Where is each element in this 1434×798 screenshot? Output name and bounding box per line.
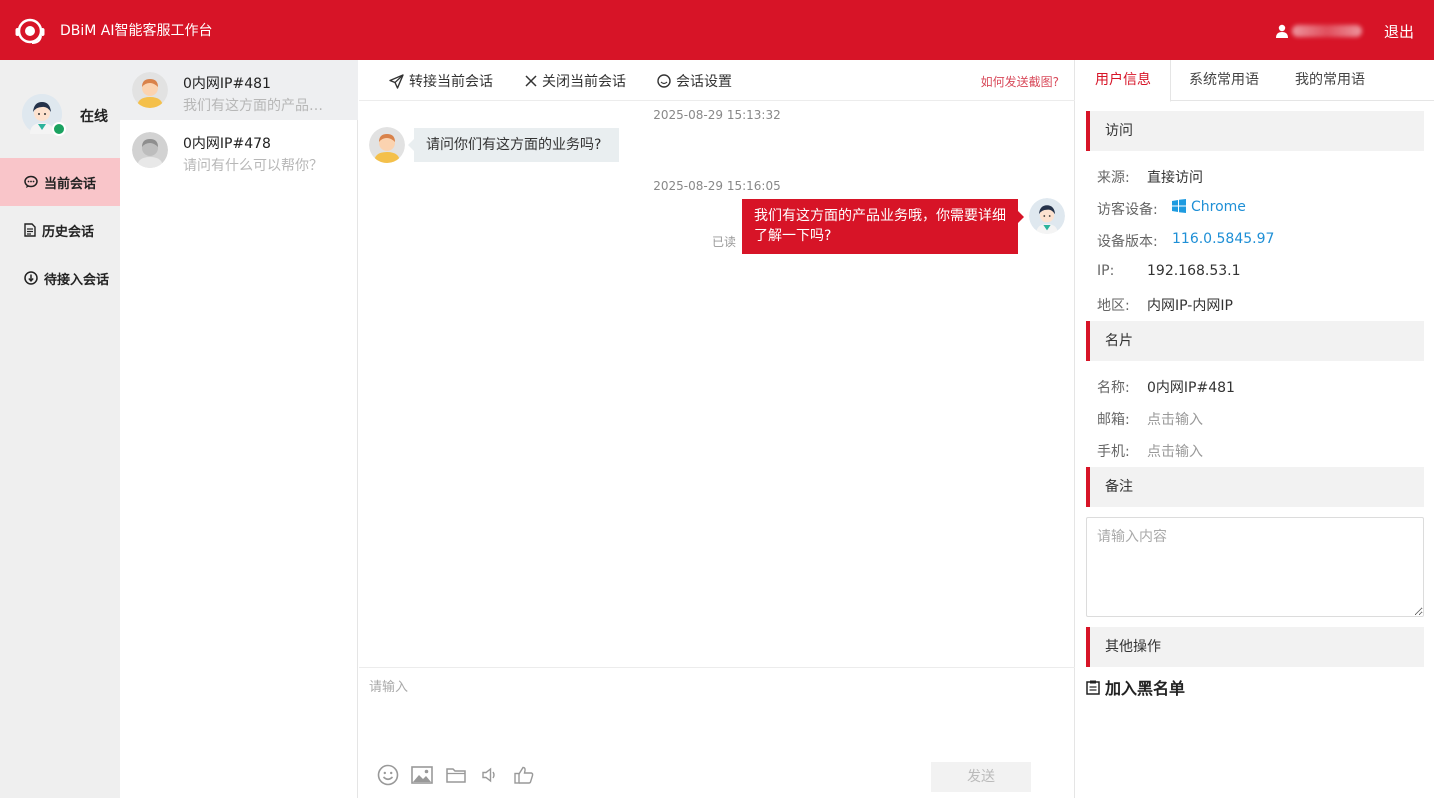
incoming-message: 请问你们有这方面的业务吗?: [407, 128, 620, 162]
conversation-name: 0内网IP#481: [183, 76, 271, 92]
close-session-button[interactable]: 关闭当前会话: [525, 71, 626, 91]
card-phone-row: 手机: 点击输入: [1097, 441, 1203, 461]
conversation-preview: 请问有什么可以帮你？: [183, 158, 323, 174]
user-account[interactable]: [1276, 22, 1362, 40]
image-icon[interactable]: [411, 764, 433, 786]
windows-icon: [1172, 199, 1186, 213]
session-settings-button[interactable]: 会话设置: [657, 71, 732, 91]
transfer-session-label: 转接当前会话: [409, 74, 493, 90]
conversation-list: 0内网IP#481 我们有这方面的产品业务哦，你需要详细了解一下吗？ 0内网IP…: [120, 60, 358, 798]
field-label: 来源:: [1097, 170, 1130, 186]
card-email-input[interactable]: 点击输入: [1147, 409, 1203, 429]
message-timestamp: 2025-08-29 15:16:05: [653, 179, 781, 193]
headset-logo-icon: [15, 18, 45, 44]
close-session-label: 关闭当前会话: [542, 74, 626, 90]
transfer-session-button[interactable]: 转接当前会话: [389, 71, 493, 91]
section-card-header: 名片: [1086, 321, 1424, 361]
agent-avatar[interactable]: [22, 94, 66, 136]
message-timestamp: 2025-08-29 15:13:32: [653, 108, 781, 122]
download-circle-icon: [24, 271, 38, 285]
card-name-row: 名称: 0内网IP#481: [1097, 377, 1235, 397]
agent-avatar-small: [1029, 198, 1065, 234]
smile-icon: [657, 74, 671, 88]
logout-button[interactable]: 退出: [1384, 21, 1414, 42]
section-other-header: 其他操作: [1086, 627, 1424, 667]
conversation-name: 0内网IP#478: [183, 136, 271, 152]
visitor-avatar: [132, 132, 168, 168]
card-email-row: 邮箱: 点击输入: [1097, 409, 1203, 429]
conversation-item[interactable]: 0内网IP#478 请问有什么可以帮你？: [120, 120, 358, 180]
composer-tools: [377, 764, 535, 786]
blacklist-button[interactable]: 加入黑名单: [1086, 675, 1185, 699]
blacklist-label: 加入黑名单: [1105, 679, 1186, 698]
agent-status[interactable]: 在线: [80, 106, 108, 126]
right-tabs: 用户信息 系统常用语 我的常用语: [1076, 60, 1434, 102]
chat-bubble-icon: [24, 175, 38, 188]
online-status-dot: [52, 122, 66, 136]
read-status: 已读: [712, 235, 737, 249]
message-input[interactable]: [369, 676, 1059, 746]
emoji-icon[interactable]: [377, 764, 399, 786]
howto-screenshot-link[interactable]: 如何发送截图?: [981, 73, 1059, 90]
visit-region-row: 地区: 内网IP-内网IP: [1097, 295, 1233, 315]
voice-icon[interactable]: [479, 764, 501, 786]
folder-icon[interactable]: [445, 764, 467, 786]
visitor-avatar: [132, 72, 168, 108]
field-label: 名称:: [1097, 380, 1130, 396]
visit-version-value: 116.0.5845.97: [1172, 231, 1275, 247]
visit-device-row: 访客设备: Chrome: [1097, 199, 1246, 219]
top-bar: DBiM AI智能客服工作台 退出: [0, 0, 1434, 60]
visit-version-row: 设备版本: 116.0.5845.97: [1097, 231, 1274, 251]
left-nav: 在线 当前会话 历史会话 待接入会话: [0, 60, 120, 798]
app-title: DBiM AI智能客服工作台: [60, 23, 213, 39]
chat-panel: 转接当前会话 关闭当前会话 会话设置 如何发送截图? 2025-08-29 15…: [359, 60, 1075, 798]
visit-ip-value: 192.168.53.1: [1147, 263, 1241, 279]
nav-current-sessions-label: 当前会话: [44, 176, 97, 192]
card-name-value: 0内网IP#481: [1147, 380, 1235, 396]
field-label: IP:: [1097, 263, 1115, 279]
thumbs-up-icon[interactable]: [513, 764, 535, 786]
visit-source-row: 来源: 直接访问: [1097, 167, 1203, 187]
message-composer: 发送: [359, 667, 1075, 798]
tab-system-phrases[interactable]: 系统常用语: [1171, 60, 1277, 101]
card-phone-input[interactable]: 点击输入: [1147, 441, 1203, 461]
visit-ip-row: IP: 192.168.53.1: [1097, 263, 1241, 279]
conversation-preview: 我们有这方面的产品业务哦，你需要详细了解一下吗？: [183, 98, 333, 114]
visit-region-value: 内网IP-内网IP: [1147, 298, 1233, 314]
session-settings-label: 会话设置: [676, 74, 732, 90]
user-icon: [1276, 24, 1288, 38]
field-label: 设备版本:: [1097, 234, 1158, 250]
close-icon: [525, 75, 537, 87]
send-button[interactable]: 发送: [931, 762, 1031, 792]
chat-toolbar: 转接当前会话 关闭当前会话 会话设置 如何发送截图?: [359, 60, 1075, 101]
remark-input[interactable]: [1086, 517, 1424, 617]
field-label: 访客设备:: [1097, 202, 1158, 218]
nav-history-sessions-label: 历史会话: [42, 224, 95, 240]
visitor-avatar: [369, 127, 405, 163]
section-visit-header: 访问: [1086, 111, 1424, 151]
conversation-item[interactable]: 0内网IP#481 我们有这方面的产品业务哦，你需要详细了解一下吗？: [120, 60, 358, 120]
field-label: 手机:: [1097, 444, 1130, 460]
nav-pending-sessions[interactable]: 待接入会话: [0, 254, 120, 302]
tab-my-phrases[interactable]: 我的常用语: [1277, 60, 1383, 101]
field-label: 邮箱:: [1097, 412, 1130, 428]
outgoing-message: 我们有这方面的产品业务哦，你需要详细了解一下吗?: [742, 199, 1024, 254]
nav-current-sessions[interactable]: 当前会话: [0, 158, 120, 206]
right-panel: 用户信息 系统常用语 我的常用语 访问 来源: 直接访问 访客设备: Chrom…: [1076, 60, 1434, 798]
document-icon: [24, 223, 36, 237]
send-plane-icon: [389, 73, 404, 89]
section-remark-header: 备注: [1086, 467, 1424, 507]
field-label: 地区:: [1097, 298, 1130, 314]
nav-pending-sessions-label: 待接入会话: [44, 272, 110, 288]
visit-device-value: Chrome: [1191, 199, 1246, 215]
clipboard-icon: [1086, 680, 1100, 695]
blurred-username: [1292, 25, 1362, 37]
tab-user-info[interactable]: 用户信息: [1076, 60, 1171, 102]
visit-source-value: 直接访问: [1147, 170, 1203, 186]
nav-history-sessions[interactable]: 历史会话: [0, 206, 120, 254]
